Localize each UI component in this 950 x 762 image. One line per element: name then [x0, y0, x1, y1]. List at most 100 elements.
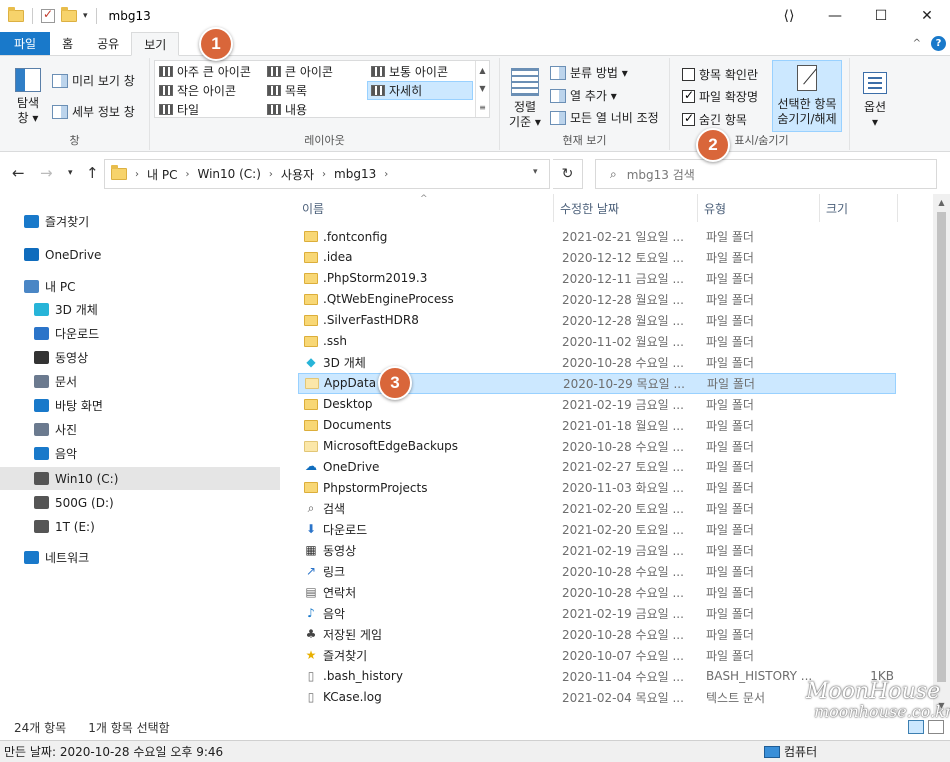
scroll-up-icon[interactable]: ▲	[933, 194, 950, 211]
table-row[interactable]: .ssh 2020-11-02 월요일 ... 파일 폴더	[298, 331, 896, 352]
maximize-button[interactable]: ☐	[858, 0, 904, 32]
sidebar-item[interactable]: 다운로드	[0, 322, 280, 345]
chevron-up-icon[interactable]: ▲	[479, 66, 485, 75]
options-button[interactable]: 옵션 ▾	[856, 64, 894, 130]
address-bar[interactable]: › 내 PC › Win10 (C:) › 사용자 › mbg13 ›	[104, 159, 550, 189]
file-name-cell: Desktop	[304, 397, 373, 411]
details-view-icon[interactable]	[908, 720, 924, 734]
chevron-down-icon[interactable]: ▼	[479, 84, 485, 93]
sidebar-item[interactable]: 3D 개체	[0, 298, 280, 321]
table-row[interactable]: ☁ OneDrive 2021-02-27 토요일 ... 파일 폴더	[298, 456, 896, 477]
help-icon[interactable]: ?	[931, 36, 946, 51]
table-row[interactable]: ⬇ 다운로드 2021-02-20 토요일 ... 파일 폴더	[298, 519, 896, 540]
checkbox-hidden-items[interactable]	[682, 111, 695, 126]
table-row[interactable]: ★ 즐겨찾기 2020-10-07 수요일 ... 파일 폴더	[298, 645, 896, 666]
sidebar-item[interactable]: 바탕 화면	[0, 394, 280, 417]
table-row[interactable]: ▦ 동영상 2021-02-19 금요일 ... 파일 폴더	[298, 540, 896, 561]
layout-extra-large-icons[interactable]: 아주 큰 아이콘	[159, 63, 251, 80]
sidebar-item[interactable]: 문서	[0, 370, 280, 393]
sidebar-item[interactable]: 즐겨찾기	[0, 210, 280, 233]
size-all-columns-button[interactable]: 모든 열 너비 조정	[550, 109, 659, 126]
search-input[interactable]: ⌕ mbg13 검색	[595, 159, 937, 189]
scrollbar-thumb[interactable]	[937, 212, 946, 682]
checkbox-item-checkboxes[interactable]	[682, 68, 695, 81]
tab-share[interactable]: 공유	[85, 32, 131, 55]
sidebar-item[interactable]: 사진	[0, 418, 280, 441]
table-row[interactable]: ♪ 음악 2021-02-19 금요일 ... 파일 폴더	[298, 603, 896, 624]
table-row[interactable]: .fontconfig 2021-02-21 일요일 ... 파일 폴더	[298, 226, 896, 247]
tab-file[interactable]: 파일	[0, 32, 51, 55]
recent-locations-icon[interactable]: ▾	[68, 168, 73, 178]
breadcrumb-users[interactable]: 사용자	[281, 166, 314, 183]
address-dropdown-icon[interactable]: ▾	[533, 167, 538, 177]
table-row[interactable]: Documents 2021-01-18 월요일 ... 파일 폴더	[298, 415, 896, 436]
tab-home[interactable]: 홈	[50, 32, 85, 55]
column-header-date[interactable]: 수정한 날짜	[554, 194, 698, 222]
table-row[interactable]: ▤ 연락처 2020-10-28 수요일 ... 파일 폴더	[298, 582, 896, 603]
item-checkboxes-toggle[interactable]: 항목 확인란	[682, 66, 758, 83]
file-type: 텍스트 문서	[706, 690, 766, 705]
item-checkboxes-label: 항목 확인란	[699, 68, 759, 82]
folder-icon	[304, 314, 318, 326]
breadcrumb-drive[interactable]: Win10 (C:)	[197, 167, 260, 181]
add-columns-button[interactable]: 열 추가 ▾	[550, 87, 617, 104]
layout-content[interactable]: 내용	[267, 101, 307, 118]
table-row[interactable]: MicrosoftEdgeBackups 2020-10-28 수요일 ... 파일…	[298, 436, 896, 457]
breadcrumb-pc[interactable]: 내 PC	[147, 166, 177, 183]
sidebar-item[interactable]: 동영상	[0, 346, 280, 369]
layout-large-icons[interactable]: 큰 아이콘	[267, 63, 333, 80]
table-row[interactable]: .idea 2020-12-12 토요일 ... 파일 폴더	[298, 247, 896, 268]
sort-by-button[interactable]: 정렬 기준 ▾	[506, 62, 544, 130]
layout-tiles[interactable]: 타일	[159, 101, 199, 118]
sidebar-item[interactable]: 내 PC	[0, 275, 280, 298]
table-row[interactable]: ♣ 저장된 게임 2020-10-28 수요일 ... 파일 폴더	[298, 624, 896, 645]
preview-pane-button[interactable]: 미리 보기 창	[52, 72, 135, 89]
table-row[interactable]: ↗ 링크 2020-10-28 수요일 ... 파일 폴더	[298, 561, 896, 582]
table-row[interactable]: ⌕ 검색 2021-02-20 토요일 ... 파일 폴더	[298, 498, 896, 519]
table-row[interactable]: .PhpStorm2019.3 2020-12-11 금요일 ... 파일 폴더	[298, 268, 896, 289]
layout-gallery-scroll[interactable]: ▲ ▼ ≡	[475, 61, 489, 117]
sidebar-item[interactable]: 네트워크	[0, 546, 280, 569]
column-header-size[interactable]: 크기	[820, 194, 898, 222]
details-pane-button[interactable]: 세부 정보 창	[52, 103, 135, 120]
checkbox-file-extensions[interactable]	[682, 88, 695, 103]
vertical-scrollbar[interactable]: ▲ ▼	[933, 194, 950, 714]
tab-view[interactable]: 보기	[131, 32, 180, 56]
hide-selected-items-button[interactable]: 선택한 항목 숨기기/해제	[772, 60, 842, 132]
breadcrumb-user[interactable]: mbg13	[334, 167, 376, 181]
sidebar-item[interactable]: Win10 (C:)	[0, 467, 280, 490]
layout-icon	[267, 85, 281, 96]
hidden-items-toggle[interactable]: 숨긴 항목	[682, 111, 747, 128]
navigation-pane-button[interactable]: 탐색 창 ▾	[10, 68, 46, 126]
table-row[interactable]: .SilverFastHDR8 2020-12-28 월요일 ... 파일 폴더	[298, 310, 896, 331]
close-button[interactable]: ✕	[904, 0, 950, 32]
table-row[interactable]: PhpstormProjects 2020-11-03 화요일 ... 파일 폴더	[298, 477, 896, 498]
layout-medium-icons[interactable]: 보통 아이콘	[371, 63, 448, 80]
large-icons-view-icon[interactable]	[928, 720, 944, 734]
forward-arrow-icon[interactable]: →	[40, 164, 53, 182]
new-folder-icon[interactable]	[61, 7, 77, 22]
refresh-button[interactable]: ↻	[553, 159, 583, 189]
customize-qa-dropdown-icon[interactable]: ▾	[83, 11, 88, 21]
minimize-ribbon-icon[interactable]: ^	[913, 38, 921, 49]
file-name-cell: ▤ 연락처	[304, 584, 356, 601]
snap-icon[interactable]: ⟨⟩	[766, 0, 812, 32]
layout-small-icons[interactable]: 작은 아이콘	[159, 82, 236, 99]
file-name-cell: MicrosoftEdgeBackups	[304, 439, 458, 453]
sidebar-item[interactable]: OneDrive	[0, 243, 280, 266]
sidebar-item[interactable]: 1T (E:)	[0, 515, 280, 538]
layout-details[interactable]: 자세히	[367, 81, 473, 100]
up-arrow-icon[interactable]: ↑	[86, 164, 99, 182]
group-by-button[interactable]: 분류 방법 ▾	[550, 64, 628, 81]
back-arrow-icon[interactable]: ←	[12, 164, 25, 182]
more-icon[interactable]: ≡	[479, 103, 486, 112]
layout-list[interactable]: 목록	[267, 82, 307, 99]
sidebar-item[interactable]: 음악	[0, 442, 280, 465]
column-header-type[interactable]: 유형	[698, 194, 820, 222]
table-row[interactable]: .QtWebEngineProcess 2020-12-28 월요일 ... 파일 …	[298, 289, 896, 310]
properties-icon[interactable]	[41, 7, 55, 23]
minimize-button[interactable]: —	[812, 0, 858, 32]
column-header-name[interactable]: 이름	[296, 194, 554, 222]
sidebar-item[interactable]: 500G (D:)	[0, 491, 280, 514]
file-extensions-toggle[interactable]: 파일 확장명	[682, 88, 758, 105]
